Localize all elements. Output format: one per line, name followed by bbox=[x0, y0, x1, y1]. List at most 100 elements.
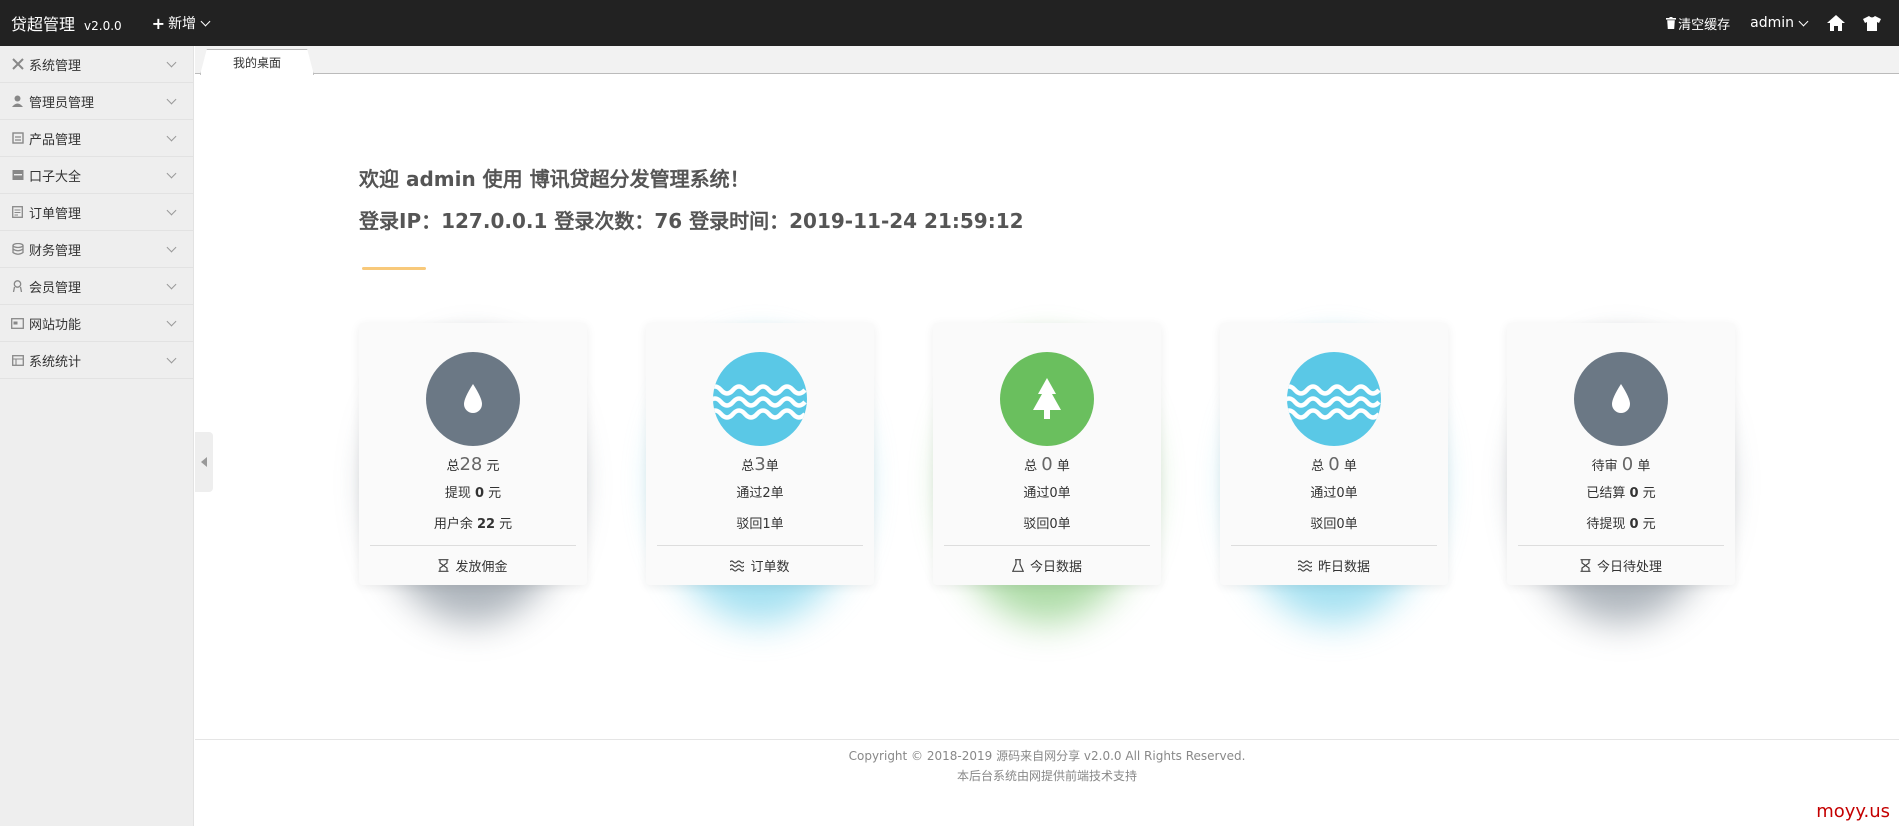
chevron-down-icon bbox=[166, 131, 177, 142]
stat-cards: 总28 元提现 0 元用户余 22 元发放佣金 总3单 通过2单 驳回1单 订单数总 0… bbox=[359, 323, 1735, 623]
sidebar-item-0[interactable]: 系统管理 bbox=[0, 46, 193, 83]
sidebar-item-label: 口子大全 bbox=[29, 169, 82, 185]
sidebar-item-1[interactable]: 管理员管理 bbox=[0, 83, 193, 120]
sidebar-item-8[interactable]: 系统统计 bbox=[0, 342, 193, 379]
chevron-down-icon bbox=[166, 279, 177, 290]
stat-card-wrapper: 总28 元提现 0 元用户余 22 元发放佣金 bbox=[359, 323, 587, 623]
sidebar-item-6[interactable]: 会员管理 bbox=[0, 268, 193, 305]
water-drop-icon bbox=[1574, 352, 1668, 446]
card-secondary-stat: 通过2单 bbox=[736, 486, 784, 501]
card-footer-link[interactable]: 今日数据 bbox=[944, 545, 1150, 585]
chevron-down-icon bbox=[166, 316, 177, 327]
tab-my-desktop[interactable]: 我的桌面 bbox=[200, 49, 314, 75]
user-menu[interactable]: admin bbox=[1750, 15, 1809, 31]
card-footer-label: 订单数 bbox=[750, 560, 790, 575]
waves-icon bbox=[1287, 352, 1381, 446]
tools-icon bbox=[11, 58, 24, 71]
card-primary-stat: 总28 元 bbox=[446, 454, 500, 475]
copyright-text: Copyright © 2018-2019 源码来自网分享 v2.0.0 All… bbox=[848, 749, 1246, 763]
sidebar-item-2[interactable]: 产品管理 bbox=[0, 120, 193, 157]
tab-label: 我的桌面 bbox=[232, 56, 281, 70]
sidebar-item-4[interactable]: 订单管理 bbox=[0, 194, 193, 231]
stat-card[interactable]: 总28 元提现 0 元用户余 22 元发放佣金 bbox=[359, 323, 587, 585]
stat-card[interactable]: 总 0 单通过0单 驳回0单 昨日数据 bbox=[1220, 323, 1448, 585]
chevron-down-icon bbox=[166, 94, 177, 105]
card-footer-label: 今日数据 bbox=[1029, 560, 1082, 575]
chevron-down-icon bbox=[166, 168, 177, 179]
chevron-down-icon bbox=[166, 57, 177, 68]
card-tertiary-stat: 驳回1单 bbox=[736, 517, 784, 532]
card-secondary-stat: 提现 0 元 bbox=[444, 486, 502, 501]
stat-card[interactable]: 待审 0 单已结算 0 元待提现 0 元今日待处理 bbox=[1507, 323, 1735, 585]
sidebar-item-label: 系统管理 bbox=[29, 58, 82, 74]
sidebar-item-3[interactable]: 口子大全 bbox=[0, 157, 193, 194]
hourglass-icon bbox=[1580, 559, 1591, 572]
card-footer-link[interactable]: 发放佣金 bbox=[370, 545, 576, 585]
card-primary-stat: 总3单 bbox=[741, 454, 779, 475]
chevron-down-icon bbox=[166, 205, 177, 216]
card-primary-stat: 总 0 单 bbox=[1024, 454, 1070, 475]
accent-divider bbox=[362, 267, 426, 270]
clear-cache-label: 清空缓存 bbox=[1678, 17, 1731, 33]
card-secondary-stat: 通过0单 bbox=[1310, 486, 1358, 501]
waves-small-icon bbox=[730, 559, 745, 572]
stat-card[interactable]: 总3单通过2单驳回1单订单数 bbox=[646, 323, 874, 585]
sidebar-item-label: 会员管理 bbox=[29, 280, 82, 296]
home-icon[interactable] bbox=[1827, 15, 1845, 31]
sidebar-item-label: 订单管理 bbox=[29, 206, 82, 222]
chevron-down-icon bbox=[1798, 16, 1809, 26]
welcome-message: 欢迎 admin 使用 博讯贷超分发管理系统！ bbox=[359, 167, 750, 191]
chevron-down-icon bbox=[200, 16, 211, 26]
card-secondary-stat: 已结算 0 元 bbox=[1586, 486, 1656, 501]
sidebar-item-label: 系统统计 bbox=[29, 354, 82, 370]
tshirt-icon[interactable] bbox=[1863, 15, 1881, 31]
stats-icon bbox=[11, 354, 24, 367]
water-drop-icon bbox=[426, 352, 520, 446]
stat-card[interactable]: 总 0 单通过0单驳回0单今日数据 bbox=[933, 323, 1161, 585]
plus-icon: + bbox=[151, 13, 166, 33]
support-text: 本后台系统由网提供前端技术支持 bbox=[956, 769, 1137, 783]
sidebar-item-label: 管理员管理 bbox=[29, 95, 95, 111]
card-tertiary-stat: 待提现 0 元 bbox=[1586, 517, 1656, 532]
version-label: v2.0.0 bbox=[84, 19, 122, 33]
card-secondary-stat: 通过0单 bbox=[1023, 486, 1071, 501]
stat-card-wrapper: 总3单通过2单驳回1单订单数 bbox=[646, 323, 874, 623]
card-tertiary-stat: 驳回0单 bbox=[1023, 517, 1071, 532]
card-primary-stat: 待审 0 单 bbox=[1591, 454, 1651, 475]
main-content: 欢迎 admin 使用 博讯贷超分发管理系统！ 登录IP：127.0.0.1 登… bbox=[195, 75, 1899, 826]
sidebar: 系统管理管理员管理产品管理口子大全订单管理财务管理会员管理网站功能系统统计 bbox=[0, 46, 194, 826]
sidebar-item-7[interactable]: 网站功能 bbox=[0, 305, 193, 342]
stat-card-wrapper: 待审 0 单已结算 0 元待提现 0 元今日待处理 bbox=[1507, 323, 1735, 623]
member-icon bbox=[11, 280, 24, 293]
order-icon bbox=[11, 206, 24, 219]
trash-icon bbox=[1666, 17, 1677, 29]
card-footer-label: 今日待处理 bbox=[1596, 560, 1662, 575]
user-name: admin bbox=[1750, 15, 1794, 31]
brand[interactable]: 贷超管理 v2.0.0 bbox=[11, 11, 122, 35]
tree-icon bbox=[1000, 352, 1094, 446]
stat-card-wrapper: 总 0 单通过0单 驳回0单 昨日数据 bbox=[1220, 323, 1448, 623]
new-menu-button[interactable]: + 新增 bbox=[151, 13, 211, 33]
brand-title: 贷超管理 bbox=[11, 15, 76, 34]
top-bar: 贷超管理 v2.0.0 + 新增 清空缓存 admin bbox=[0, 0, 1899, 46]
tab-bar: 我的桌面 bbox=[195, 46, 1899, 75]
card-footer-link[interactable]: 昨日数据 bbox=[1231, 545, 1437, 585]
card-footer-link[interactable]: 订单数 bbox=[657, 545, 863, 585]
clear-cache-button[interactable]: 清空缓存 bbox=[1666, 14, 1730, 33]
product-icon bbox=[11, 132, 24, 145]
user-icon bbox=[11, 95, 24, 108]
login-info: 登录IP：127.0.0.1 登录次数：76 登录时间：2019-11-24 2… bbox=[359, 209, 1024, 233]
card-tertiary-stat: 用户余 22 元 bbox=[433, 517, 513, 532]
chevron-down-icon bbox=[166, 242, 177, 253]
sidebar-item-5[interactable]: 财务管理 bbox=[0, 231, 193, 268]
storefront-icon bbox=[11, 169, 24, 182]
watermark: moyy.us bbox=[1816, 801, 1890, 822]
database-icon bbox=[11, 243, 24, 256]
card-primary-stat: 总 0 单 bbox=[1311, 454, 1357, 475]
card-footer-link[interactable]: 今日待处理 bbox=[1518, 545, 1724, 585]
hourglass-icon bbox=[438, 559, 449, 572]
website-icon bbox=[11, 317, 24, 330]
stat-card-wrapper: 总 0 单通过0单驳回0单今日数据 bbox=[933, 323, 1161, 623]
sidebar-item-label: 财务管理 bbox=[29, 243, 82, 259]
sidebar-item-label: 网站功能 bbox=[29, 317, 82, 333]
